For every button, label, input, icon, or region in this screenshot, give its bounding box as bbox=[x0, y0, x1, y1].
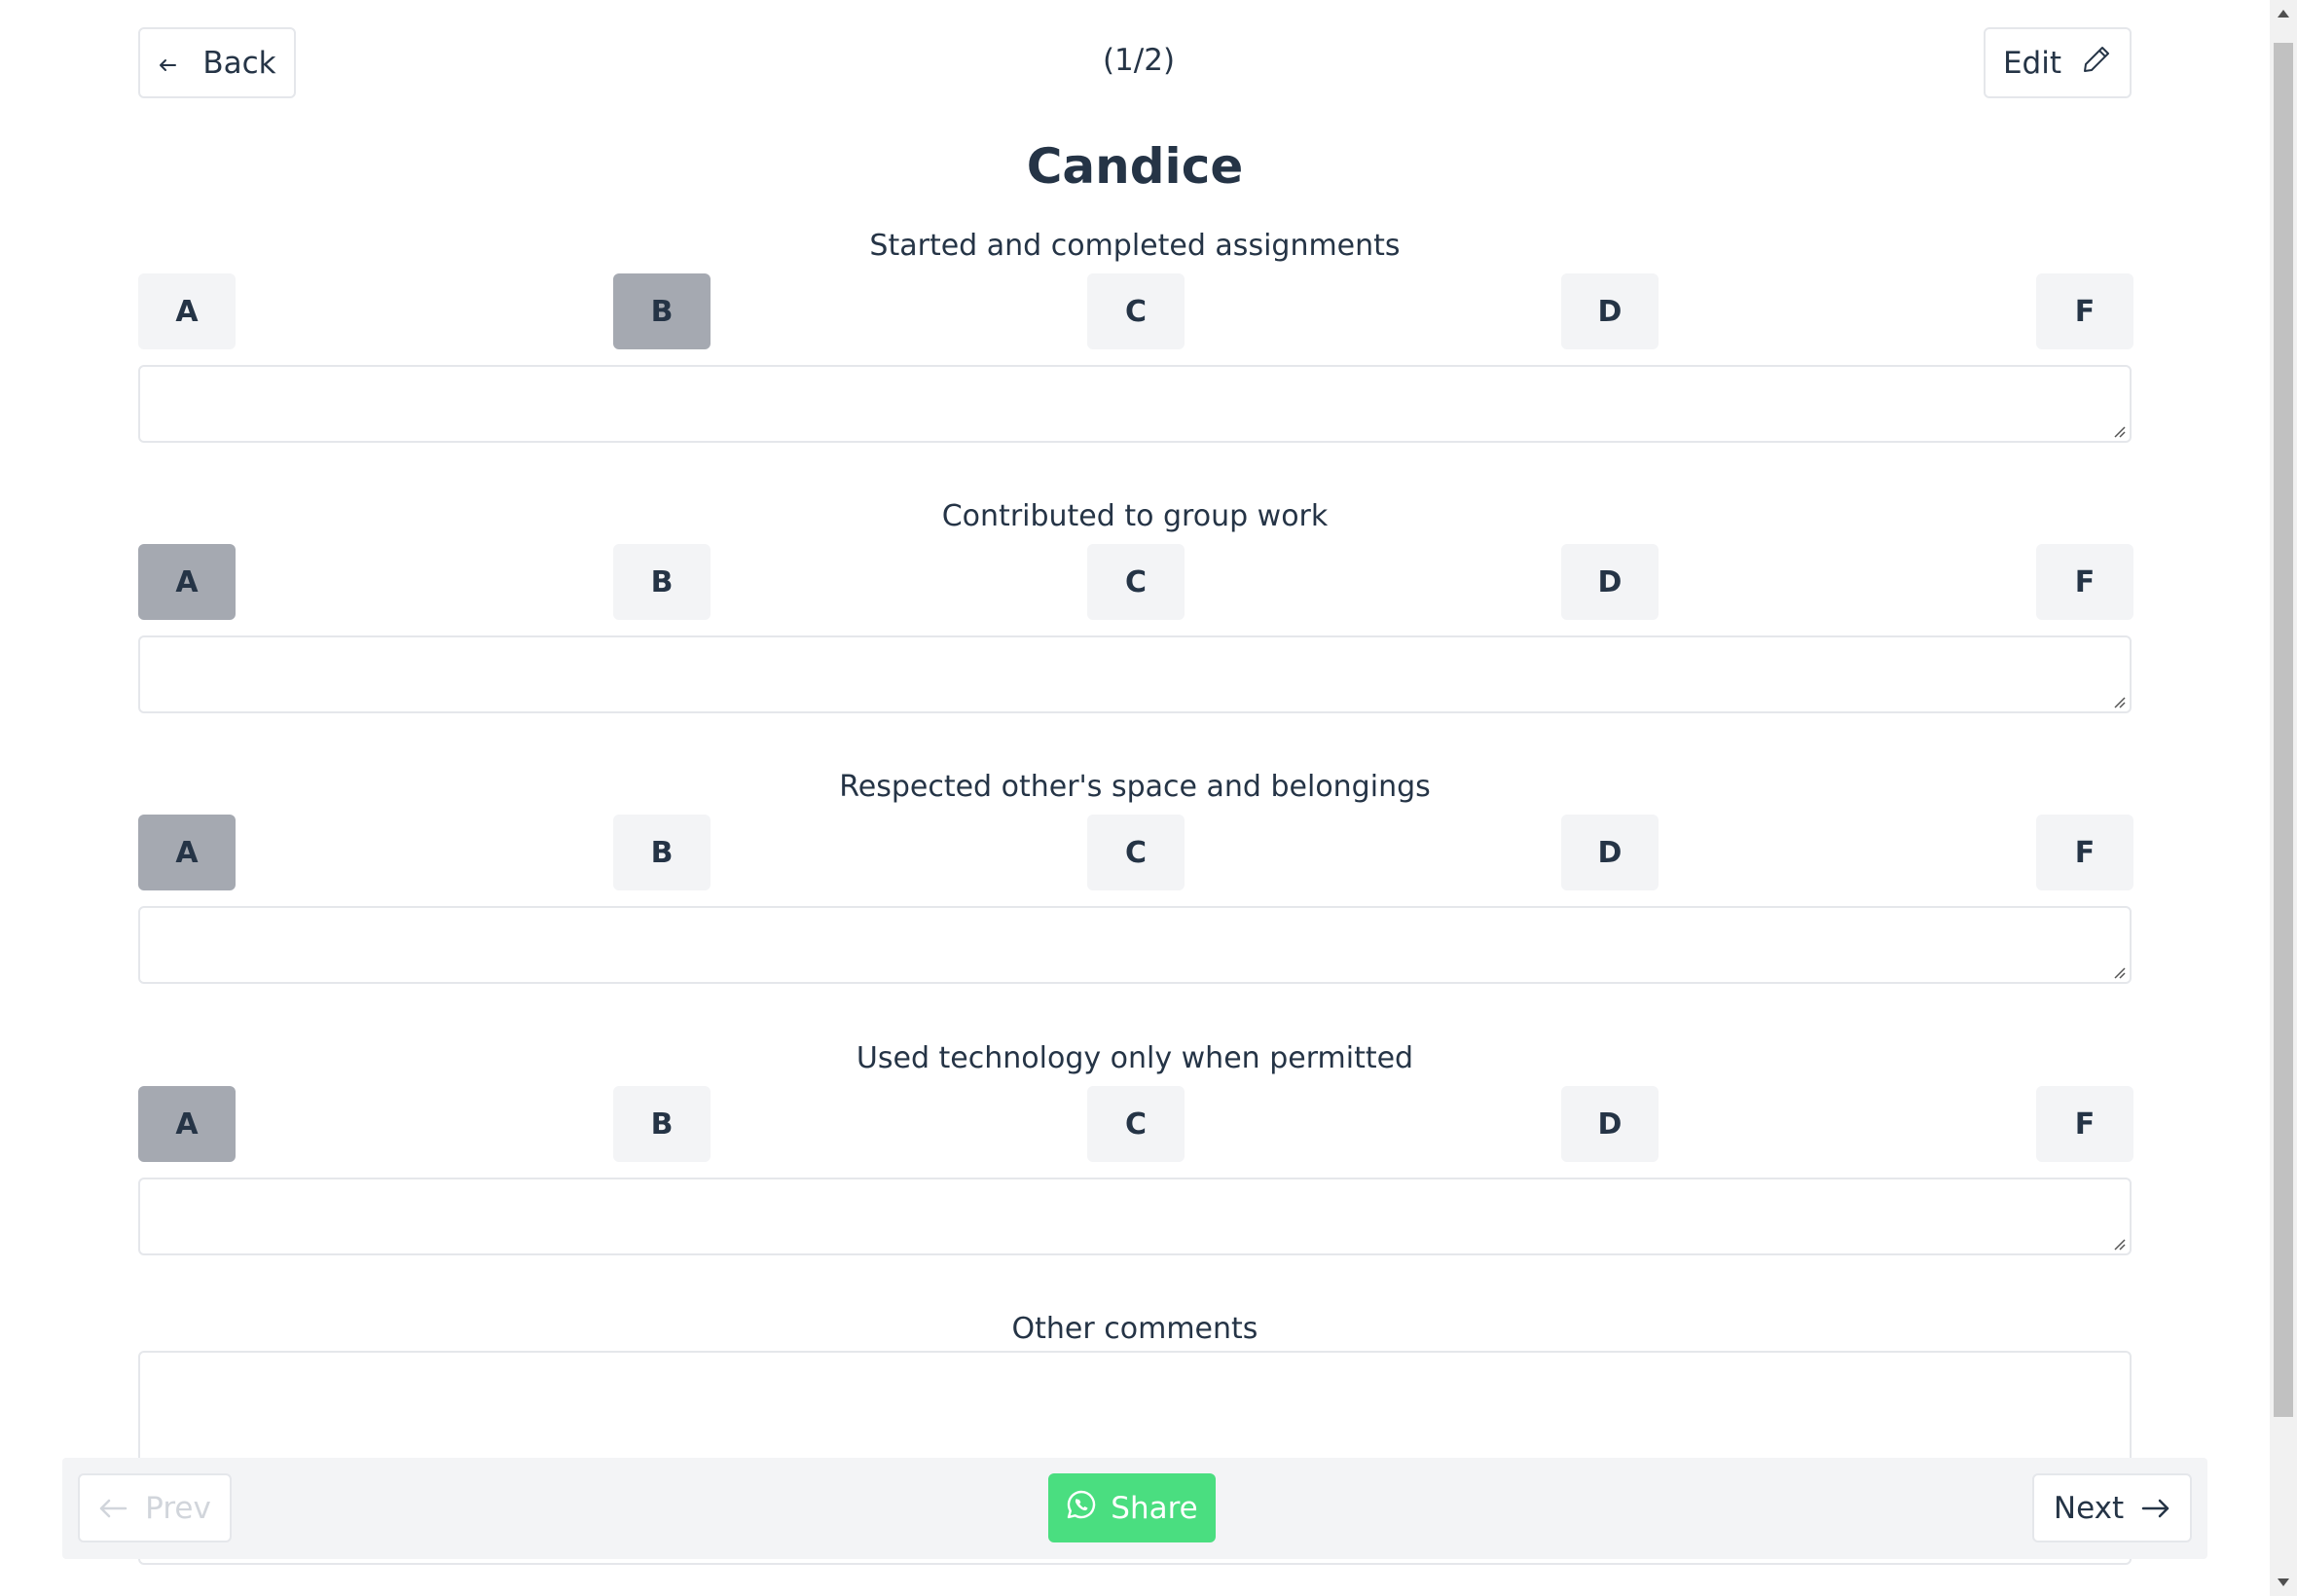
comment-field[interactable] bbox=[138, 906, 2132, 984]
grade-button-c[interactable]: C bbox=[1087, 1086, 1185, 1162]
question-label: Started and completed assignments bbox=[869, 229, 1401, 263]
edit-button[interactable]: Edit bbox=[1984, 27, 2132, 98]
page-counter: (1/2) bbox=[1102, 43, 1176, 78]
question-section: Contributed to group work A B C D F bbox=[138, 497, 2133, 713]
vertical-scrollbar[interactable] bbox=[2270, 0, 2297, 1596]
arrow-left-icon bbox=[158, 46, 177, 81]
next-button[interactable]: Next bbox=[2032, 1473, 2192, 1542]
question-section: Respected other's space and belongings A B… bbox=[138, 768, 2133, 984]
back-button[interactable]: Back bbox=[138, 27, 296, 98]
question-label: Contributed to group work bbox=[941, 499, 1329, 533]
question-section: Started and completed assignments A B C D F bbox=[138, 227, 2133, 443]
grade-button-b[interactable]: B bbox=[613, 815, 711, 890]
resize-handle-icon[interactable] bbox=[2112, 423, 2126, 438]
scroll-up-icon[interactable] bbox=[2276, 6, 2291, 21]
share-label: Share bbox=[1111, 1490, 1198, 1526]
question-section: Used technology only when permitted A B C D F bbox=[138, 1039, 2133, 1255]
grade-button-c[interactable]: C bbox=[1087, 273, 1185, 349]
grade-button-c[interactable]: C bbox=[1087, 544, 1185, 620]
grade-button-c[interactable]: C bbox=[1087, 815, 1185, 890]
share-button[interactable]: Share bbox=[1048, 1473, 1216, 1542]
grade-button-f[interactable]: F bbox=[2036, 815, 2133, 890]
scroll-thumb[interactable] bbox=[2274, 43, 2293, 1417]
footer-bar: Prev Share Next bbox=[62, 1458, 2207, 1559]
next-label: Next bbox=[2053, 1490, 2125, 1526]
grade-button-d[interactable]: D bbox=[1561, 815, 1659, 890]
grade-button-a[interactable]: A bbox=[138, 273, 236, 349]
comment-field[interactable] bbox=[138, 635, 2132, 713]
grade-button-d[interactable]: D bbox=[1561, 1086, 1659, 1162]
grade-button-a[interactable]: A bbox=[138, 1086, 236, 1162]
resize-handle-icon[interactable] bbox=[2112, 1236, 2126, 1251]
resize-handle-icon[interactable] bbox=[2112, 964, 2126, 979]
grade-button-a[interactable]: A bbox=[138, 544, 236, 620]
student-name: Candice bbox=[1026, 138, 1244, 195]
arrow-right-icon bbox=[2141, 1491, 2170, 1526]
question-label: Used technology only when permitted bbox=[856, 1041, 1414, 1075]
edit-label: Edit bbox=[2002, 45, 2062, 81]
resize-handle-icon[interactable] bbox=[2112, 694, 2126, 708]
grade-button-f[interactable]: F bbox=[2036, 273, 2133, 349]
scroll-down-icon[interactable] bbox=[2276, 1575, 2291, 1590]
grade-button-d[interactable]: D bbox=[1561, 273, 1659, 349]
question-label: Respected other's space and belongings bbox=[839, 770, 1431, 804]
grade-button-b[interactable]: B bbox=[613, 273, 711, 349]
grade-button-b[interactable]: B bbox=[613, 544, 711, 620]
whatsapp-icon bbox=[1066, 1489, 1097, 1528]
grade-button-a[interactable]: A bbox=[138, 815, 236, 890]
arrow-left-icon bbox=[98, 1491, 128, 1526]
grade-button-f[interactable]: F bbox=[2036, 1086, 2133, 1162]
prev-label: Prev bbox=[145, 1490, 211, 1526]
comment-field[interactable] bbox=[138, 365, 2132, 443]
comment-field[interactable] bbox=[138, 1178, 2132, 1255]
back-label: Back bbox=[202, 45, 276, 81]
prev-button[interactable]: Prev bbox=[78, 1473, 232, 1542]
grade-button-f[interactable]: F bbox=[2036, 544, 2133, 620]
grade-button-d[interactable]: D bbox=[1561, 544, 1659, 620]
pencil-icon bbox=[2081, 44, 2112, 83]
other-comments-label: Other comments bbox=[1011, 1312, 1258, 1346]
grade-button-b[interactable]: B bbox=[613, 1086, 711, 1162]
